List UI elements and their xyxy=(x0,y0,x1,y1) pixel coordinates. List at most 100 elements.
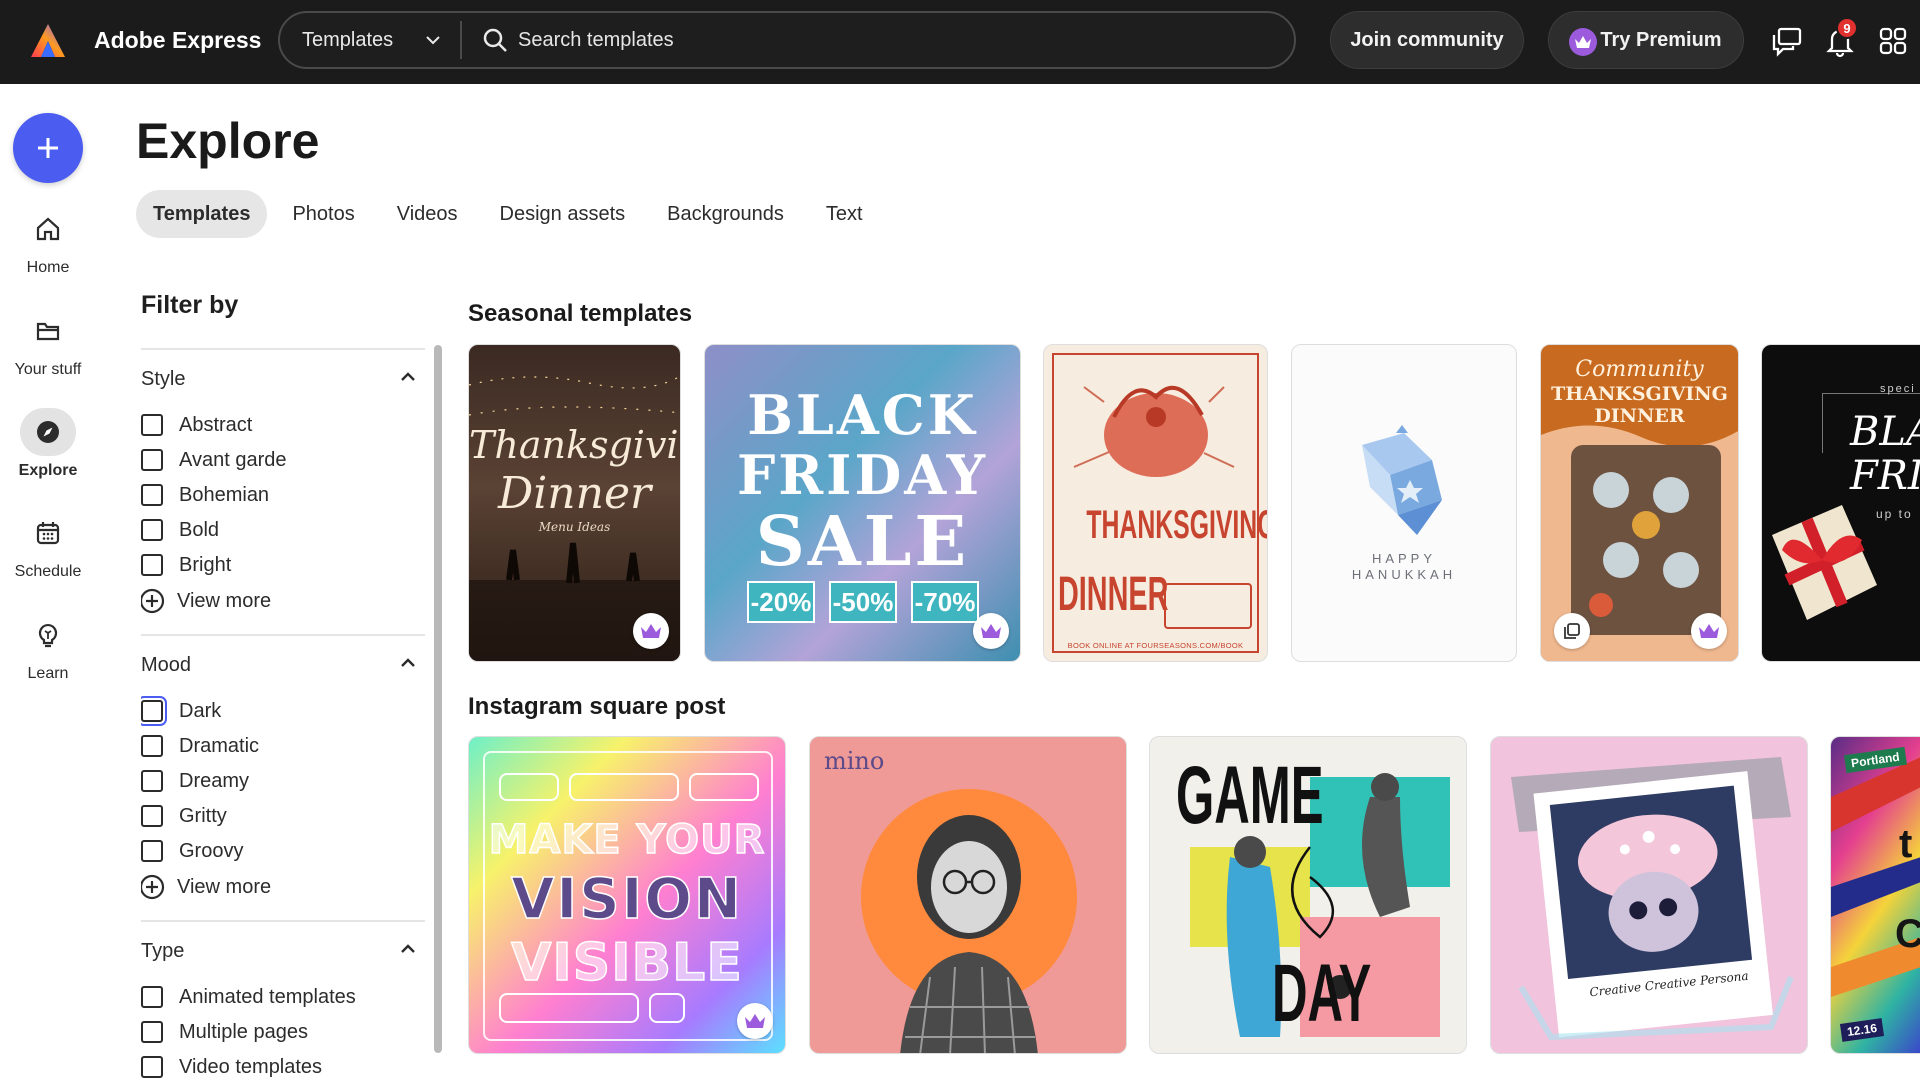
filter-panel: Style Abstract Avant garde Bohemian Bold… xyxy=(141,348,425,1080)
chevron-up-icon[interactable] xyxy=(399,654,417,672)
app-name[interactable]: Adobe Express xyxy=(94,27,261,54)
card-title-line1: BLACK xyxy=(747,383,978,447)
checkbox[interactable] xyxy=(141,1021,163,1043)
filter-option-dreamy[interactable]: Dreamy xyxy=(141,766,249,796)
filter-divider xyxy=(141,920,425,922)
view-more-style-button[interactable]: View more xyxy=(141,586,271,616)
tab-text[interactable]: Text xyxy=(809,190,880,238)
calendar-icon xyxy=(20,509,76,557)
rail-item-explore[interactable]: Explore xyxy=(0,408,96,480)
filter-section-type[interactable]: Type xyxy=(141,940,184,963)
svg-text:t: t xyxy=(1899,822,1912,866)
filter-option-avant-garde[interactable]: Avant garde xyxy=(141,445,287,475)
card-title-line1: HAPPY xyxy=(1371,551,1437,566)
template-card-community-thanksgiving[interactable]: Community THANKSGIVING DINNER xyxy=(1540,344,1739,662)
pill-shape xyxy=(499,773,559,801)
card-title-line1: Thanksgiving xyxy=(469,423,680,467)
crown-icon xyxy=(1569,28,1597,56)
template-card-black-friday-gift[interactable]: speci BLA FRI up to xyxy=(1761,344,1920,662)
checkbox[interactable] xyxy=(141,840,163,862)
filter-option-bohemian[interactable]: Bohemian xyxy=(141,480,269,510)
template-card-creative-persona[interactable]: Creative Creative Persona xyxy=(1490,736,1808,1054)
checkbox[interactable] xyxy=(141,1056,163,1078)
filter-option-abstract[interactable]: Abstract xyxy=(141,410,252,440)
tab-videos[interactable]: Videos xyxy=(380,190,475,238)
card-title-line3: DINNER xyxy=(1594,405,1685,427)
filter-option-dramatic[interactable]: Dramatic xyxy=(141,731,259,761)
card-subtitle: Menu Ideas xyxy=(538,520,611,534)
card-title-line1: Community xyxy=(1575,357,1704,382)
filter-option-label: Abstract xyxy=(179,413,253,436)
template-card-thanksgiving-dinner[interactable]: Thanksgiving Dinner Menu Ideas xyxy=(468,344,681,662)
template-card-mino-portrait[interactable]: mino xyxy=(809,736,1127,1054)
tab-templates[interactable]: Templates xyxy=(136,190,268,238)
content-type-tabs: Templates Photos Videos Design assets Ba… xyxy=(136,190,888,238)
try-premium-label: Try Premium xyxy=(1600,28,1722,51)
template-card-game-day[interactable]: GAME DAY xyxy=(1149,736,1467,1054)
filter-option-label: Bohemian xyxy=(179,483,270,506)
rail-item-learn[interactable]: Learn xyxy=(0,611,96,683)
template-card-make-your-vision-visible[interactable]: MAKE YOUR VISION VISIBLE xyxy=(468,736,786,1054)
chevron-up-icon[interactable] xyxy=(399,368,417,386)
portrait-photo xyxy=(861,789,1077,1053)
compass-icon xyxy=(20,408,76,456)
checkbox[interactable] xyxy=(141,484,163,506)
rail-item-your-stuff[interactable]: Your stuff xyxy=(0,307,96,379)
filter-option-video-templates[interactable]: Video templates xyxy=(141,1052,322,1080)
checkbox[interactable] xyxy=(141,519,163,541)
filter-section-style[interactable]: Style xyxy=(141,368,185,391)
filter-option-bright[interactable]: Bright xyxy=(141,550,231,580)
filter-option-label: Avant garde xyxy=(179,448,287,471)
checkbox[interactable] xyxy=(141,696,167,726)
rail-item-label: Learn xyxy=(27,665,69,682)
template-card-portland[interactable]: t C Portland 12.16 xyxy=(1830,736,1920,1054)
rail-item-schedule[interactable]: Schedule xyxy=(0,509,96,581)
apps-grid-icon[interactable] xyxy=(1876,24,1910,58)
checkbox[interactable] xyxy=(141,414,163,436)
try-premium-button[interactable]: Try Premium xyxy=(1548,11,1744,69)
filter-option-multiple-pages[interactable]: Multiple pages xyxy=(141,1017,308,1047)
rail-item-home[interactable]: Home xyxy=(0,205,96,277)
pill-shape xyxy=(689,773,759,801)
filter-option-animated-templates[interactable]: Animated templates xyxy=(141,982,356,1012)
filter-option-groovy[interactable]: Groovy xyxy=(141,836,243,866)
template-card-happy-hanukkah[interactable]: HAPPY HANUKKAH xyxy=(1291,344,1517,662)
tab-design-assets[interactable]: Design assets xyxy=(483,190,643,238)
search-input[interactable] xyxy=(518,21,1218,59)
rail-item-label: Your stuff xyxy=(14,361,82,378)
search-category-dropdown[interactable]: Templates xyxy=(280,13,460,67)
checkbox[interactable] xyxy=(141,986,163,1008)
filter-option-bold[interactable]: Bold xyxy=(141,515,219,545)
pill-shape xyxy=(569,773,679,801)
create-new-button[interactable] xyxy=(13,113,83,183)
checkbox[interactable] xyxy=(141,735,163,757)
filter-divider xyxy=(141,348,425,350)
chevron-up-icon[interactable] xyxy=(399,940,417,958)
filter-option-dark[interactable]: Dark xyxy=(141,696,221,726)
filter-section-mood[interactable]: Mood xyxy=(141,654,191,677)
filter-scrollbar[interactable] xyxy=(434,345,442,1053)
filter-divider xyxy=(141,634,425,636)
adobe-express-logo-icon[interactable] xyxy=(28,21,68,61)
search-category-label: Templates xyxy=(302,28,394,51)
checkbox[interactable] xyxy=(141,805,163,827)
checkbox[interactable] xyxy=(141,770,163,792)
abstract-stripes-illustration: t C xyxy=(1831,757,1920,997)
card-title-line2: FRIDAY xyxy=(736,443,989,507)
checkbox[interactable] xyxy=(141,554,163,576)
ticket-box xyxy=(1164,583,1252,629)
filter-option-gritty[interactable]: Gritty xyxy=(141,801,227,831)
view-more-mood-button[interactable]: View more xyxy=(141,872,271,902)
checkbox[interactable] xyxy=(141,449,163,471)
search-divider xyxy=(460,21,462,59)
join-community-button[interactable]: Join community xyxy=(1330,11,1524,69)
filter-option-label: Dark xyxy=(179,699,222,722)
filter-option-label: Dramatic xyxy=(179,734,260,757)
tab-backgrounds[interactable]: Backgrounds xyxy=(650,190,801,238)
template-card-thanksgiving-poster[interactable]: THANKSGIVING DINNER BOOK ONLINE AT FOURS… xyxy=(1043,344,1268,662)
template-card-black-friday-sale[interactable]: BLACK FRIDAY SALE -20% -50% -70% xyxy=(704,344,1021,662)
chat-feedback-icon[interactable] xyxy=(1770,24,1804,58)
rail-item-label: Schedule xyxy=(14,563,82,580)
tab-photos[interactable]: Photos xyxy=(275,190,371,238)
polaroid-mushroom-illustration xyxy=(1511,757,1794,1041)
